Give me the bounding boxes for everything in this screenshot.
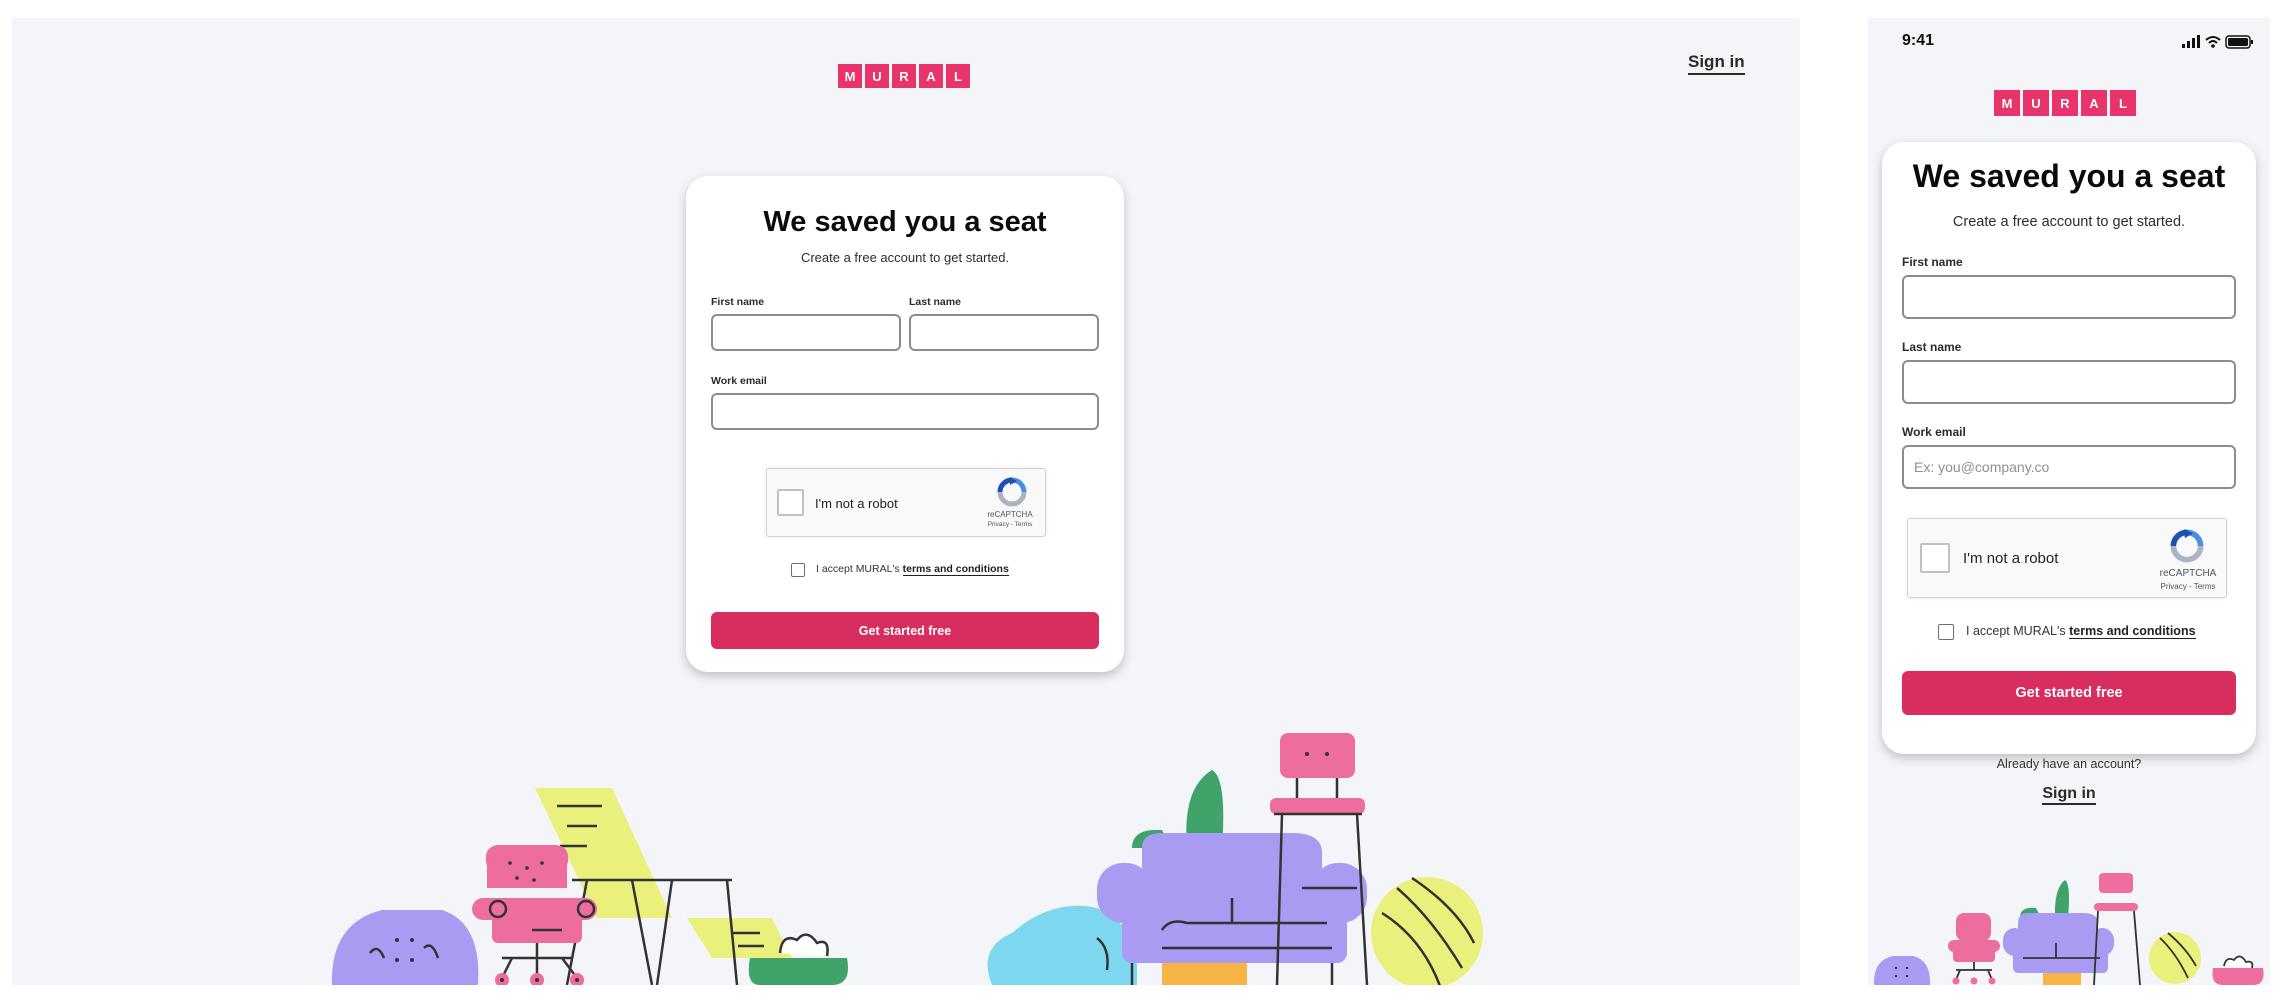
mobile-view: 9:41 M U R A L We saved you a seat Creat… — [1868, 18, 2270, 985]
furniture-illustration — [1873, 873, 2264, 985]
purple-pouf — [331, 910, 479, 985]
pink-office-chair — [1948, 913, 2000, 985]
green-planter — [748, 958, 848, 985]
purple-sofa — [1097, 833, 1367, 985]
purple-pouf — [1873, 956, 1931, 985]
desktop-view: M U R A L Sign in We saved you a seat Cr… — [12, 18, 1800, 985]
furniture-illustration — [331, 733, 1483, 985]
yellow-ball — [2149, 932, 2201, 984]
pink-planter — [2212, 955, 2264, 985]
yellow-ball — [1371, 876, 1483, 985]
